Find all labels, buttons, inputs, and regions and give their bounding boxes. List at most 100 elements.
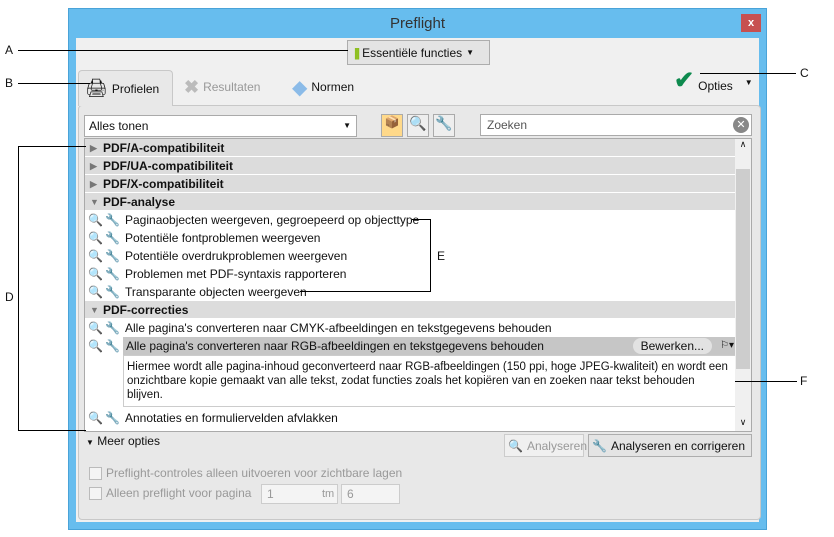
scroll-up-icon[interactable]: ∧: [735, 139, 751, 153]
group-pdfx[interactable]: ▶ PDF/X-compatibiliteit: [85, 175, 736, 193]
item-label: Transparante objecten weergeven: [125, 285, 307, 299]
group-pdf-analyse[interactable]: ▼ PDF-analyse: [85, 193, 736, 211]
profile-list-button[interactable]: 📦: [381, 114, 403, 137]
filter-dropdown[interactable]: Alles tonen ▼: [84, 115, 357, 137]
group-pdfa[interactable]: ▶ PDF/A-compatibiliteit: [85, 139, 736, 157]
callout-line: [18, 146, 19, 430]
callout-line: [18, 430, 86, 431]
list-item[interactable]: 🔍 🔧 Problemen met PDF-syntaxis rapporteren: [85, 265, 736, 283]
checkbox[interactable]: [89, 467, 102, 481]
options-button[interactable]: ✔ Opties ▼: [674, 66, 753, 95]
wrench-icon: 🔧: [105, 267, 120, 281]
page-to-input[interactable]: 6: [341, 484, 400, 504]
results-icon: ✖: [184, 76, 200, 97]
wrench-icon: 🔧: [105, 411, 120, 425]
caret-down-icon: ▼: [744, 78, 753, 87]
check-magnifier-icon: 🔍: [88, 321, 103, 335]
tab-label: Resultaten: [203, 80, 261, 94]
wrench-icon: 🔧: [435, 115, 453, 131]
scrollbar[interactable]: ∧ ∨: [735, 139, 751, 431]
wrench-icon: 🔧: [105, 321, 120, 335]
magnifier-icon: 🔍: [88, 231, 103, 245]
visible-layers-option[interactable]: Preflight-controles alleen uitvoeren voo…: [89, 466, 403, 481]
callout-line: [430, 219, 431, 292]
tab-label: Profielen: [111, 81, 160, 96]
tab-label: Normen: [311, 80, 355, 94]
magnifier-icon: 🔍: [88, 267, 103, 281]
clear-search-icon[interactable]: ✕: [733, 117, 749, 133]
callout-line: [412, 219, 430, 220]
tab-profielen[interactable]: 🖨 Profielen: [78, 70, 173, 106]
magnifier-icon: 🔍: [508, 438, 523, 453]
callout-line: [300, 291, 430, 292]
caret-down-icon: ▼: [343, 121, 351, 130]
item-label: Annotaties en formuliervelden afvlakken: [125, 411, 338, 425]
to-label: tm: [322, 488, 335, 500]
wrench-icon: 🔧: [105, 213, 120, 227]
flag-icon[interactable]: ⚐▾: [720, 337, 734, 355]
expand-icon: ▶: [90, 161, 97, 171]
scroll-down-icon[interactable]: ∨: [735, 417, 751, 431]
wrench-icon: 🔧: [105, 285, 120, 299]
essentials-dropdown[interactable]: ||| Essentiële functies ▼: [347, 40, 490, 65]
callout-d: D: [5, 290, 14, 304]
edit-button[interactable]: Bewerken...: [632, 338, 712, 354]
group-label: PDF-analyse: [103, 195, 176, 209]
magnifier-icon: 🔍: [409, 115, 427, 131]
list-item[interactable]: 🔍 🔧 Potentiële fontproblemen weergeven: [85, 229, 736, 247]
list-item[interactable]: 🔍 🔧 Annotaties en formuliervelden afvlakke…: [85, 409, 736, 427]
item-label: Alle pagina's converteren naar RGB-afbee…: [126, 339, 544, 353]
essentials-label: Essentiële functies: [362, 45, 463, 60]
callout-line: [735, 381, 797, 382]
wrench-icon: 🔧: [105, 231, 120, 245]
callout-c: C: [800, 66, 809, 80]
window-title: Preflight: [389, 15, 446, 32]
list-item-selected[interactable]: 🔍 🔧 Alle pagina's converteren naar RGB-af…: [85, 337, 736, 355]
option-label: Preflight-controles alleen uitvoeren voo…: [106, 466, 403, 480]
group-pdfua[interactable]: ▶ PDF/UA-compatibiliteit: [85, 157, 736, 175]
group-label: PDF-correcties: [103, 303, 189, 317]
analyze-fix-label: Analyseren en corrigeren: [610, 438, 746, 453]
magnifier-icon: 🔍: [88, 249, 103, 263]
list-item[interactable]: 🔍 🔧 Alle pagina's converteren naar CMYK-af…: [85, 319, 736, 337]
page-only-option[interactable]: Alleen preflight voor pagina: [89, 486, 251, 501]
collapse-icon: ▼: [90, 197, 99, 207]
checkmark-icon: ✔: [674, 67, 695, 94]
analyze-fix-button[interactable]: 🔧 Analyseren en corrigeren: [588, 434, 752, 457]
tab-normen[interactable]: ◆ Normen: [292, 70, 354, 104]
check-magnifier-icon: 🔍: [88, 339, 103, 353]
printer-magnifier-icon: 🖨: [85, 78, 108, 98]
scrollbar-thumb[interactable]: [736, 169, 750, 369]
list-item[interactable]: 🔍 🔧 Paginaobjecten weergeven, gegroepeerd …: [85, 211, 736, 229]
selected-item-bar: Alle pagina's converteren naar RGB-afbee…: [123, 337, 736, 355]
analyze-button[interactable]: 🔍 Analyseren: [504, 434, 587, 457]
group-label: PDF/A-compatibiliteit: [103, 141, 225, 155]
checkbox[interactable]: [89, 487, 102, 501]
group-label: PDF/UA-compatibiliteit: [103, 159, 234, 173]
magnifier-icon: 🔍: [88, 285, 103, 299]
search-input[interactable]: Zoeken ✕: [480, 114, 752, 136]
filter-value: Alles tonen: [89, 119, 149, 133]
callout-line: [18, 50, 348, 51]
item-label: Alle pagina's converteren naar CMYK-afbe…: [125, 321, 552, 335]
wrench-magnifier-icon: 🔧: [592, 438, 607, 453]
tab-resultaten[interactable]: ✖ Resultaten: [184, 70, 260, 104]
analysis-filter-button[interactable]: 🔍: [407, 114, 429, 137]
expand-icon: ▶: [90, 143, 97, 153]
expand-icon: ▶: [90, 179, 97, 189]
more-options-toggle[interactable]: ▼ Meer opties: [86, 434, 160, 448]
callout-e: E: [437, 249, 446, 263]
item-label: Problemen met PDF-syntaxis rapporteren: [125, 267, 347, 281]
options-label: Opties: [698, 79, 733, 93]
search-placeholder: Zoeken: [487, 118, 528, 132]
item-description: Hiermee wordt alle pagina-inhoud geconve…: [123, 355, 736, 407]
magnifier-icon: 🔍: [88, 213, 103, 227]
close-button[interactable]: x: [741, 14, 761, 32]
callout-line: [18, 83, 90, 84]
list-item[interactable]: 🔍 🔧 Transparante objecten weergeven: [85, 283, 736, 301]
wrench-icon: 🔧: [105, 339, 120, 353]
fix-filter-button[interactable]: 🔧: [433, 114, 455, 137]
list-item[interactable]: 🔍 🔧 Potentiële overdrukproblemen weergeven: [85, 247, 736, 265]
group-pdf-correcties[interactable]: ▼ PDF-correcties: [85, 301, 736, 319]
item-label: Potentiële fontproblemen weergeven: [125, 231, 321, 245]
